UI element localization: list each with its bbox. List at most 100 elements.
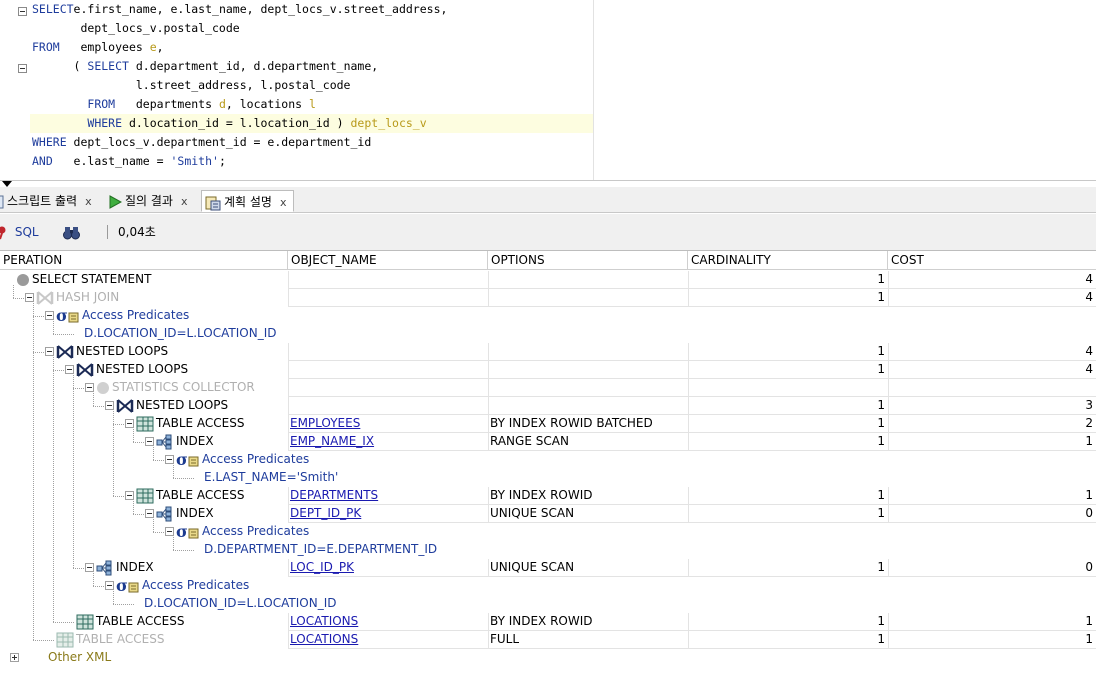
tree-collapse-icon[interactable] [125,419,134,428]
explain-plan-grid[interactable]: PERATION OBJECT_NAME OPTIONS CARDINALITY… [0,251,1096,676]
tree-collapse-icon[interactable] [65,365,74,374]
plan-row[interactable]: STATISTICS COLLECTOR [0,379,1096,397]
options-cell: BY INDEX ROWID BATCHED [488,415,688,433]
sql-text: e.first_name, e.last_name, dept_locs_v.s… [73,2,448,16]
plan-row[interactable]: INDEX DEPT_ID_PK UNIQUE SCAN 1 0 [0,505,1096,523]
fold-collapse-icon[interactable] [18,7,27,16]
plan-row[interactable]: Other XML [0,649,1096,667]
plan-row[interactable]: D.LOCATION_ID=L.LOCATION_ID [0,595,1096,613]
plan-row[interactable]: σ Access Predicates [0,577,1096,595]
fold-collapse-icon[interactable] [18,64,27,73]
plan-row[interactable]: E.LAST_NAME='Smith' [0,469,1096,487]
tree-collapse-icon[interactable] [25,293,34,302]
options-cell [488,343,688,361]
tree-collapse-icon[interactable] [165,455,174,464]
plan-row[interactable]: INDEX EMP_NAME_IX RANGE SCAN 1 1 [0,433,1096,451]
object-name-cell[interactable] [288,361,488,379]
tab-script-output[interactable]: 스크립트 출력 x [0,190,92,212]
plan-row[interactable]: TABLE ACCESS LOCATIONS BY INDEX ROWID 1 1 [0,613,1096,631]
sql-button[interactable]: SQL [0,223,39,241]
object-name-link[interactable]: EMPLOYEES [290,416,360,430]
cost-cell: 4 [888,361,1096,379]
join-icon [116,399,134,413]
plan-row[interactable]: TABLE ACCESS EMPLOYEES BY INDEX ROWID BATC… [0,415,1096,433]
tab-query-result[interactable]: 질의 결과 x [108,190,188,212]
object-name-cell[interactable]: DEPARTMENTS [288,487,488,505]
plan-row[interactable]: TABLE ACCESS LOCATIONS FULL 1 1 [0,631,1096,649]
object-name-link[interactable]: LOCATIONS [290,614,358,628]
cardinality-cell: 1 [688,361,888,379]
column-header-options[interactable]: OPTIONS [488,251,688,270]
object-name-cell[interactable] [288,397,488,415]
tree-collapse-icon[interactable] [125,491,134,500]
column-header-object-name[interactable]: OBJECT_NAME [288,251,488,270]
tree-collapse-icon[interactable] [45,347,54,356]
plan-row[interactable]: INDEX LOC_ID_PK UNIQUE SCAN 1 0 [0,559,1096,577]
access-predicates-label: Access Predicates [142,578,250,592]
object-name-cell[interactable] [288,379,488,397]
tree-collapse-icon[interactable] [145,509,154,518]
plan-row[interactable]: D.DEPARTMENT_ID=E.DEPARTMENT_ID [0,541,1096,559]
object-name-link[interactable]: DEPARTMENTS [290,488,378,502]
cardinality-cell: 1 [688,559,888,577]
code-line: AND e.last_name = 'Smith'; [32,152,226,171]
tab-close-button[interactable]: x [85,195,92,208]
sql-keyword: FROM [87,97,116,111]
plan-row[interactable]: σ Access Predicates [0,307,1096,325]
object-name-cell[interactable]: EMPLOYEES [288,415,488,433]
tree-collapse-icon[interactable] [45,311,54,320]
plan-row[interactable]: SELECT STATEMENT 1 4 [0,271,1096,289]
options-cell: BY INDEX ROWID [488,613,688,631]
object-name-cell[interactable]: LOCATIONS [288,613,488,631]
sql-text: , locations [225,97,309,111]
tree-collapse-icon[interactable] [85,383,94,392]
object-name-cell[interactable]: LOC_ID_PK [288,559,488,577]
plan-row[interactable]: NESTED LOOPS 1 3 [0,397,1096,415]
sql-keyword: FROM [32,40,60,54]
tree-collapse-icon[interactable] [165,527,174,536]
column-header-operation[interactable]: PERATION [0,251,288,270]
explain-plan-icon [205,196,221,210]
plan-row[interactable]: σ Access Predicates [0,451,1096,469]
cardinality-cell: 1 [688,397,888,415]
index-icon [96,560,112,576]
tree-expand-icon[interactable] [10,653,19,662]
object-name-cell[interactable]: DEPT_ID_PK [288,505,488,523]
column-header-cost[interactable]: COST [888,251,1096,270]
object-name-cell[interactable]: LOCATIONS [288,631,488,649]
plan-row[interactable]: NESTED LOOPS 1 4 [0,343,1096,361]
object-name-cell[interactable]: EMP_NAME_IX [288,433,488,451]
plan-row[interactable]: TABLE ACCESS DEPARTMENTS BY INDEX ROWID 1 1 [0,487,1096,505]
plan-row[interactable]: σ Access Predicates [0,523,1096,541]
object-name-link[interactable]: LOC_ID_PK [290,560,354,574]
tree-collapse-icon[interactable] [145,437,154,446]
plan-row[interactable]: D.LOCATION_ID=L.LOCATION_ID [0,325,1096,343]
object-name-link[interactable]: LOCATIONS [290,632,358,646]
object-name-cell[interactable] [288,271,488,289]
find-button[interactable] [63,223,80,241]
code-line: ( SELECT d.department_id, d.department_n… [32,57,379,76]
column-header-cardinality[interactable]: CARDINALITY [688,251,888,270]
tab-explain-plan[interactable]: 계획 설명 x [201,190,294,212]
code-line: FROM departments d, locations l [32,95,316,114]
object-name-cell[interactable] [288,289,488,307]
plan-row[interactable]: HASH JOIN 1 4 [0,289,1096,307]
filter-predicate-icon: σ [176,452,199,468]
cardinality-cell [688,379,888,397]
tree-collapse-icon[interactable] [85,563,94,572]
object-name-cell[interactable] [288,343,488,361]
plan-row[interactable]: NESTED LOOPS 1 4 [0,361,1096,379]
tab-close-button[interactable]: x [280,196,287,209]
svg-text:σ: σ [176,452,188,468]
object-name-link[interactable]: DEPT_ID_PK [290,506,361,520]
tab-close-button[interactable]: x [181,195,188,208]
predicate-expression: D.LOCATION_ID=L.LOCATION_ID [84,326,277,340]
sql-editor[interactable]: SELECTe.first_name, e.last_name, dept_lo… [0,0,1096,181]
tree-collapse-icon[interactable] [105,401,114,410]
object-name-link[interactable]: EMP_NAME_IX [290,434,374,448]
index-icon [156,506,172,522]
operation-label: NESTED LOOPS [136,398,229,412]
tree-collapse-icon[interactable] [105,581,114,590]
options-cell [488,271,688,289]
cost-cell: 1 [888,433,1096,451]
